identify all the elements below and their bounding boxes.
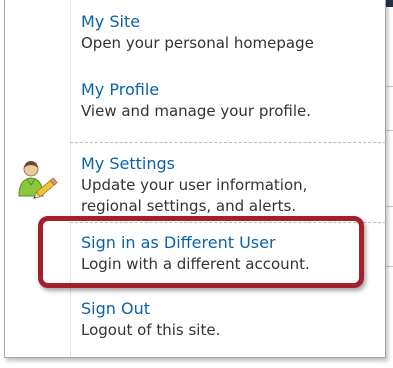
menu-item-sign-in-different-user[interactable]: Sign in as Different User Login with a d… [70, 233, 386, 277]
menu-item-title: Sign in as Different User [81, 233, 276, 252]
menu-item-description: View and manage your profile. [81, 102, 312, 120]
header-bar-fragment [386, 0, 393, 7]
menu-separator [70, 142, 386, 143]
menu-item-description: Open your personal homepage [81, 34, 314, 52]
menu-item-my-profile[interactable]: My Profile View and manage your profile. [70, 80, 386, 124]
menu-item-my-settings[interactable]: My Settings Update your user information… [70, 154, 386, 216]
menu-item-my-site[interactable]: My Site Open your personal homepage [70, 12, 386, 56]
user-settings-icon [18, 161, 58, 199]
menu-item-title: My Settings [81, 154, 175, 173]
menu-item-title: My Site [81, 12, 141, 31]
background-page-edge [386, 18, 393, 358]
menu-item-title: My Profile [81, 80, 160, 99]
menu-item-description: Logout of this site. [81, 321, 221, 339]
menu-item-sign-out[interactable]: Sign Out Logout of this site. [70, 299, 386, 343]
menu-item-description: Login with a different account. [81, 255, 310, 273]
menu-separator [70, 222, 386, 223]
menu-item-description: Update your user information, regional s… [81, 176, 308, 215]
menu-item-title: Sign Out [81, 299, 150, 318]
personal-actions-menu: My Site Open your personal homepage My P… [4, 0, 386, 358]
